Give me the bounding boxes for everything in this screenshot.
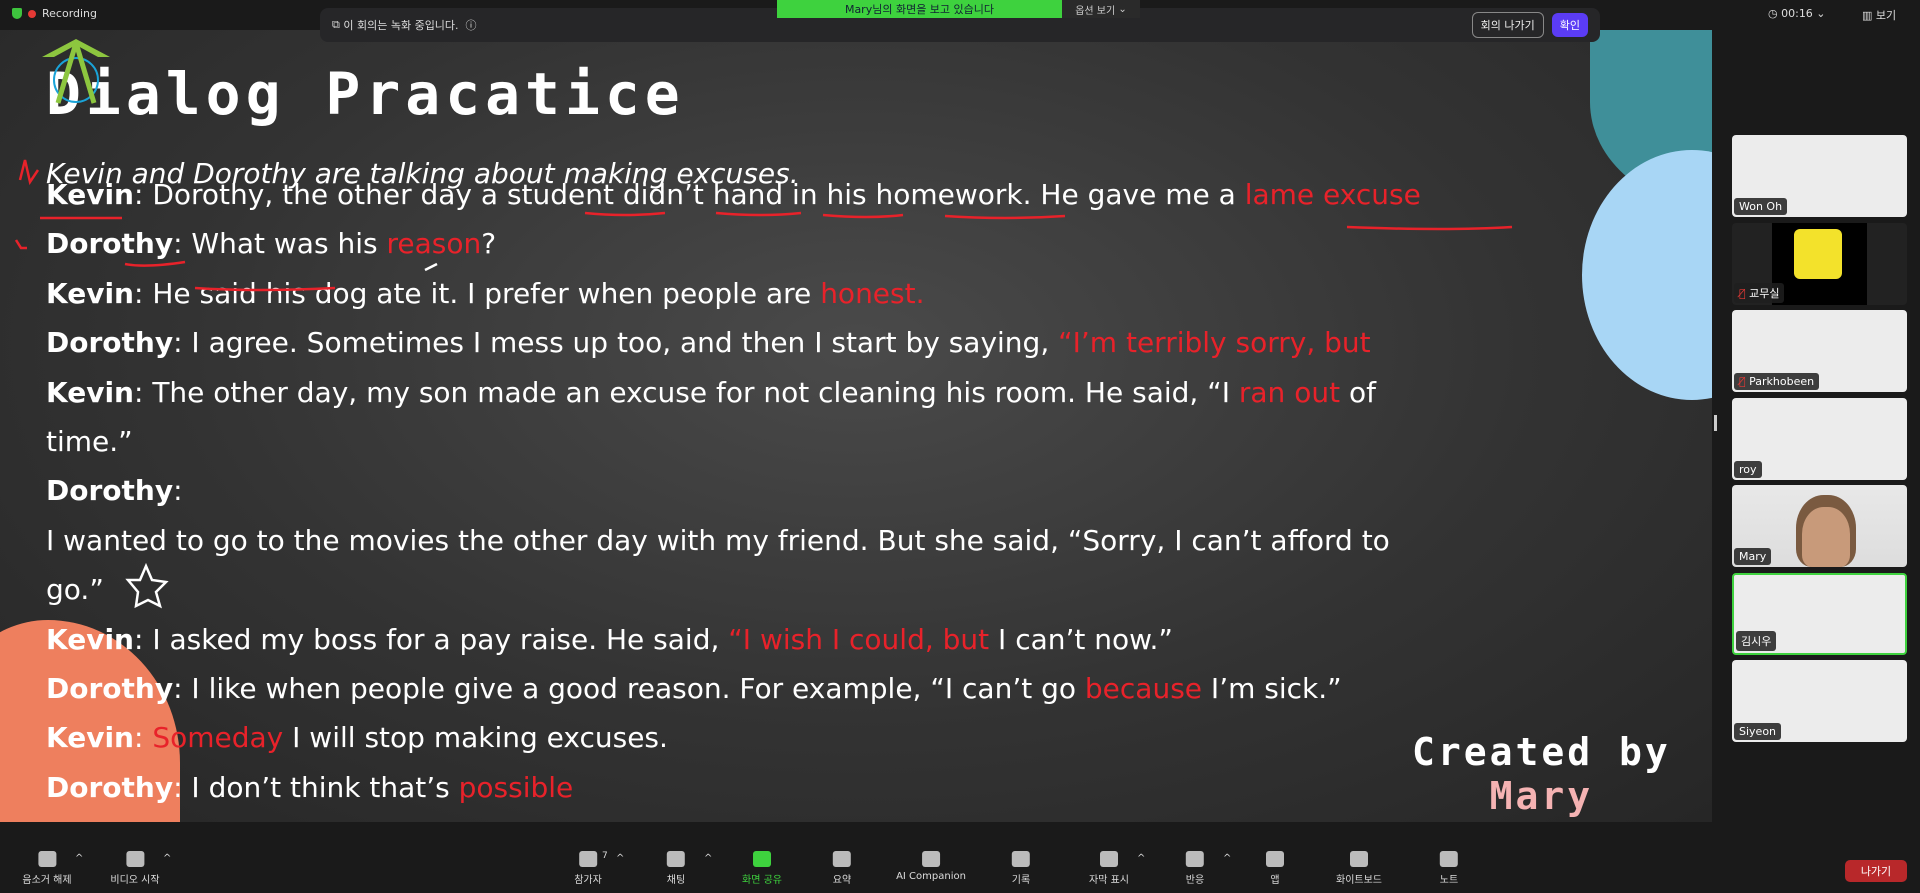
credit-line: Created by bbox=[1412, 730, 1671, 774]
participant-name-text: Siyeon bbox=[1739, 725, 1777, 738]
participant-tile[interactable]: 🎙̸ Parkhobeen bbox=[1732, 310, 1907, 392]
participant-tile[interactable]: 🎙̸ 교무실 bbox=[1732, 222, 1907, 305]
toolbar-mic-off-button[interactable]: 음소거 해제 bbox=[22, 851, 72, 886]
share-screen-icon bbox=[752, 851, 771, 867]
video-feed bbox=[1802, 507, 1850, 567]
toolbar-label: 음소거 해제 bbox=[22, 875, 72, 886]
participant-tile[interactable]: Won Oh bbox=[1732, 135, 1907, 217]
chat-icon bbox=[667, 851, 685, 867]
toolbar-chat-button[interactable]: 채팅 bbox=[667, 851, 685, 886]
participant-name-text: roy bbox=[1739, 462, 1757, 476]
participant-name-text: Won Oh bbox=[1739, 200, 1783, 213]
reactions-icon bbox=[1186, 851, 1204, 867]
toolbar-record-button[interactable]: 기록 bbox=[1012, 851, 1030, 886]
view-button[interactable]: ▥ 보기 bbox=[1862, 7, 1896, 23]
notes-icon bbox=[1440, 851, 1458, 867]
participant-tile[interactable]: 김시우 bbox=[1732, 572, 1907, 655]
toolbar-label: 요약 bbox=[832, 875, 852, 886]
toolbar-video-off-button[interactable]: 비디오 시작 bbox=[110, 851, 160, 886]
toolbar-apps-button[interactable]: 앱 bbox=[1266, 851, 1284, 886]
sharing-banner-text: Mary님의 화면을 보고 있습니다 bbox=[844, 3, 995, 16]
participant-tile[interactable]: Mary bbox=[1732, 485, 1907, 567]
participants-icon bbox=[578, 851, 597, 867]
mic-off-icon bbox=[38, 851, 56, 867]
view-label: 보기 bbox=[1875, 9, 1897, 22]
video-off-icon bbox=[126, 851, 144, 867]
participant-name: 🎙̸ Parkhobeen bbox=[1734, 373, 1820, 390]
participant-name: roy bbox=[1734, 460, 1762, 478]
toolbar-share-screen-button[interactable]: 화면 공유 bbox=[742, 851, 782, 886]
toolbar-label: 화이트보드 bbox=[1336, 875, 1382, 886]
participant-panel: Won Oh 🎙̸ 교무실 🎙̸ Parkhobeen roy Mary 김시우 Siyeo… bbox=[1712, 30, 1920, 845]
recording-notice-text: 이 회의는 녹화 중입니다. bbox=[343, 19, 459, 32]
toolbar-label: 참가자 bbox=[574, 875, 602, 886]
meeting-timer[interactable]: ◷ 00:16 ⌄ bbox=[1768, 7, 1826, 20]
participant-count: 7 bbox=[602, 851, 608, 861]
participant-name: 🎙̸ 교무실 bbox=[1734, 282, 1785, 303]
toolbar-label: AI Companion bbox=[896, 871, 966, 882]
chevron-up-icon[interactable]: ^ bbox=[163, 853, 171, 864]
participant-tile[interactable]: roy bbox=[1732, 397, 1907, 480]
meeting-toolbar: 음소거 해제 ^ 비디오 시작 ^ 참가자 7 ^ 채팅 ^ 화면 공유 요약 AI Companio… bbox=[0, 845, 1920, 893]
panel-resize-handle[interactable] bbox=[1714, 415, 1717, 431]
avatar bbox=[1772, 222, 1867, 305]
toolbar-label: 채팅 bbox=[666, 875, 686, 886]
timer-value: 00:16 bbox=[1781, 7, 1813, 20]
confirm-button[interactable]: 확인 bbox=[1551, 13, 1588, 37]
participant-name: Mary bbox=[1734, 548, 1772, 565]
recording-indicator[interactable]: Recording bbox=[12, 7, 97, 20]
participant-name-text: Parkhobeen bbox=[1749, 375, 1815, 388]
participant-name: 김시우 bbox=[1736, 630, 1777, 651]
chevron-up-icon[interactable]: ^ bbox=[1137, 853, 1145, 864]
chevron-up-icon[interactable]: ^ bbox=[704, 853, 712, 864]
whiteboard-icon bbox=[1350, 851, 1368, 867]
participant-name-text: 교무실 bbox=[1749, 286, 1780, 300]
sharing-banner: Mary님의 화면을 보고 있습니다 bbox=[777, 0, 1062, 18]
toolbar-label: 화면 공유 bbox=[742, 875, 782, 886]
view-options-label: 옵션 보기 bbox=[1075, 5, 1116, 17]
shield-icon bbox=[12, 8, 22, 19]
ai-companion-icon bbox=[921, 851, 940, 867]
red-annotations bbox=[14, 159, 1513, 609]
toolbar-label: 비디오 시작 bbox=[110, 875, 160, 886]
toolbar-summary-button[interactable]: 요약 bbox=[833, 851, 851, 886]
mic-muted-icon: 🎙̸ bbox=[1739, 375, 1750, 388]
view-options-button[interactable]: 옵션 보기 ⌄ bbox=[1062, 0, 1140, 18]
toolbar-whiteboard-button[interactable]: 화이트보드 bbox=[1336, 851, 1382, 886]
recording-label: Recording bbox=[42, 7, 98, 20]
chevron-up-icon[interactable]: ^ bbox=[616, 853, 624, 864]
credit: Created by Mary bbox=[1412, 730, 1671, 818]
chevron-up-icon[interactable]: ^ bbox=[1223, 853, 1231, 864]
leave-meeting-button[interactable]: 회의 나가기 bbox=[1471, 12, 1544, 38]
summary-icon bbox=[833, 851, 851, 867]
toolbar-label: 앱 bbox=[1270, 875, 1280, 886]
participant-name: Siyeon bbox=[1734, 723, 1782, 740]
record-icon bbox=[1012, 851, 1030, 867]
toolbar-participants-button[interactable]: 참가자 bbox=[574, 851, 602, 886]
toolbar-captions-button[interactable]: 자막 표시 bbox=[1089, 851, 1129, 886]
toolbar-ai-companion-button[interactable]: AI Companion bbox=[896, 851, 966, 882]
toolbar-reactions-button[interactable]: 반응 bbox=[1186, 851, 1204, 886]
mic-muted-icon: 🎙̸ bbox=[1739, 286, 1750, 300]
record-dot-icon bbox=[28, 9, 36, 18]
toolbar-notes-button[interactable]: 노트 bbox=[1440, 851, 1458, 886]
credit-author: Mary bbox=[1489, 774, 1594, 818]
toolbar-label: 반응 bbox=[1185, 875, 1205, 886]
captions-icon bbox=[1099, 851, 1118, 867]
toolbar-label: 자막 표시 bbox=[1089, 875, 1129, 886]
recording-notice-icon: ⧉ bbox=[332, 18, 344, 31]
leave-button[interactable]: 나가기 bbox=[1845, 860, 1907, 882]
info-icon[interactable]: ⓘ bbox=[466, 17, 477, 33]
shared-slide: Dialog Pracatice Kevin and Dorothy are t… bbox=[0, 30, 1712, 822]
chevron-up-icon[interactable]: ^ bbox=[75, 853, 83, 864]
toolbar-label: 노트 bbox=[1439, 875, 1459, 886]
toolbar-label: 기록 bbox=[1011, 875, 1031, 886]
apps-icon bbox=[1266, 851, 1284, 867]
participant-name: Won Oh bbox=[1734, 198, 1788, 215]
participant-tile[interactable]: Siyeon bbox=[1732, 660, 1907, 742]
participant-name-text: Mary bbox=[1739, 550, 1767, 563]
participant-name-text: 김시우 bbox=[1741, 634, 1772, 648]
